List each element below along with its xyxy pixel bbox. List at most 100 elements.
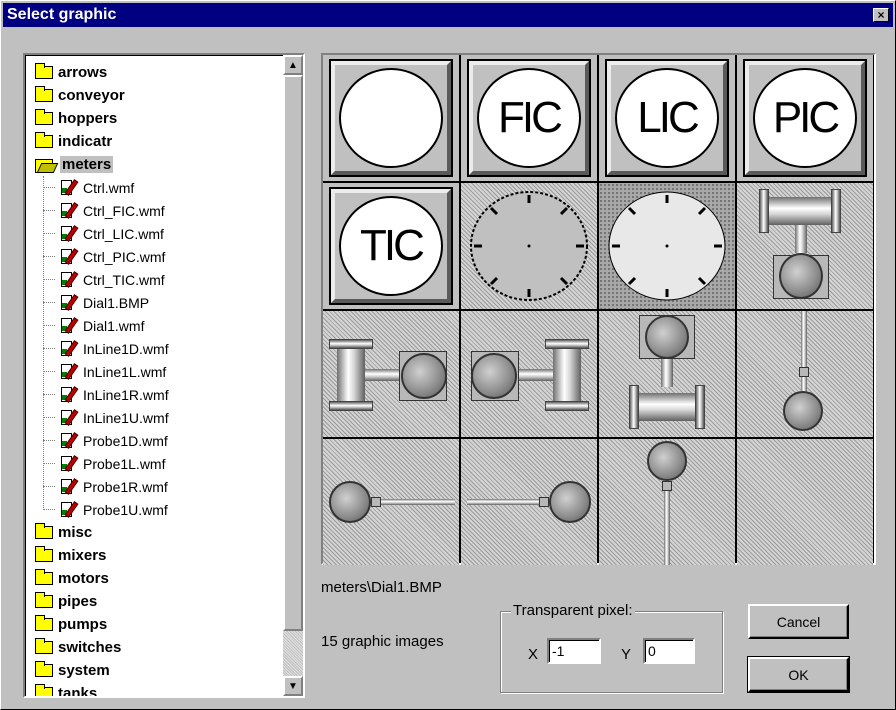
folder-tree[interactable]: arrows conveyor hoppers indicatr meters Ctrl.… xyxy=(23,53,305,698)
folder-icon xyxy=(35,86,53,102)
tree-folder[interactable]: arrows xyxy=(35,61,107,84)
graphic-cell-probe-u[interactable] xyxy=(599,439,735,565)
tree-folder-label: system xyxy=(58,662,110,679)
graphic-cell-ctrl-lic[interactable]: LIC xyxy=(599,55,735,181)
tree-file[interactable]: Ctrl_FIC.wmf xyxy=(59,199,165,222)
tree-file[interactable]: InLine1L.wmf xyxy=(59,360,166,383)
transmitter-head xyxy=(783,391,823,431)
graphic-cell-inline-l[interactable] xyxy=(323,311,459,437)
tree-file[interactable]: Ctrl.wmf xyxy=(59,176,134,199)
tree-folder-label: misc xyxy=(58,524,93,541)
tree-file[interactable]: Ctrl_LIC.wmf xyxy=(59,222,164,245)
probe-rod xyxy=(467,499,541,505)
controller-label: LIC xyxy=(615,68,719,168)
transparent-pixel-label: Transparent pixel: xyxy=(511,602,635,619)
transmitter-head xyxy=(645,315,689,359)
graphic-cell-ctrl-fic[interactable]: FIC xyxy=(461,55,597,181)
tree-file[interactable]: Dial1.wmf xyxy=(59,314,144,337)
y-field[interactable] xyxy=(643,638,695,664)
tree-file[interactable]: InLine1D.wmf xyxy=(59,337,169,360)
tree-file-label: InLine1D.wmf xyxy=(83,340,169,357)
tree-connector xyxy=(43,348,55,349)
tree-folder-label: pipes xyxy=(58,593,98,610)
tree-connector xyxy=(43,233,55,234)
graphic-cell-ctrl-tic[interactable]: TIC xyxy=(323,183,459,309)
wmf-file-icon xyxy=(59,431,79,450)
tree-scrollbar[interactable]: ▲ ▼ xyxy=(283,55,303,696)
tree-file[interactable]: Probe1U.wmf xyxy=(59,498,168,521)
controller-graphic: LIC xyxy=(607,61,727,175)
tree-file-label: Probe1U.wmf xyxy=(83,501,168,518)
tree-folder-label: meters xyxy=(60,156,114,173)
tree-file[interactable]: Dial1.BMP xyxy=(59,291,149,314)
pipe-flange xyxy=(831,189,841,233)
wmf-file-icon xyxy=(59,339,79,358)
scroll-thumb[interactable] xyxy=(283,75,303,631)
tree-folder[interactable]: indicatr xyxy=(35,130,112,153)
tree-connector xyxy=(43,371,55,372)
close-icon[interactable]: × xyxy=(873,8,889,22)
scroll-down-button[interactable]: ▼ xyxy=(283,676,303,696)
tree-file-label: Ctrl_PIC.wmf xyxy=(83,248,166,265)
y-label: Y xyxy=(621,646,632,663)
x-field[interactable] xyxy=(547,638,601,664)
graphic-cell-ctrl-pic[interactable]: PIC xyxy=(737,55,873,181)
tree-connector xyxy=(43,302,55,303)
graphic-cell-dial-bmp[interactable] xyxy=(461,183,597,309)
transmitter-head xyxy=(471,353,517,399)
tree-folder[interactable]: system xyxy=(35,659,110,682)
cancel-button[interactable]: Cancel xyxy=(748,604,849,639)
tree-file[interactable]: InLine1U.wmf xyxy=(59,406,169,429)
graphic-cell-probe-d[interactable] xyxy=(737,311,873,437)
pipe-flange xyxy=(329,401,373,411)
controller-label: FIC xyxy=(477,68,581,168)
wmf-file-icon xyxy=(59,362,79,381)
graphic-grid: FIC LIC PIC TIC xyxy=(321,53,876,565)
ok-button[interactable]: OK xyxy=(747,656,850,693)
transmitter-head xyxy=(779,253,823,299)
tree-file[interactable]: InLine1R.wmf xyxy=(59,383,169,406)
tree-folder[interactable]: pumps xyxy=(35,613,107,636)
tree-folder[interactable]: meters xyxy=(35,153,114,176)
tree-connector xyxy=(43,440,55,441)
tree-folder[interactable]: misc xyxy=(35,521,92,544)
graphic-cell-inline-d[interactable] xyxy=(737,183,873,309)
tree-folder-label: switches xyxy=(58,639,122,656)
tree-folder[interactable]: pipes xyxy=(35,590,97,613)
tree-file[interactable]: Probe1D.wmf xyxy=(59,429,168,452)
pipe-body xyxy=(553,349,581,401)
scroll-up-button[interactable]: ▲ xyxy=(283,55,303,75)
tree-file-label: Ctrl_TIC.wmf xyxy=(83,271,165,288)
pipe-body xyxy=(639,393,695,421)
pipe-stem xyxy=(795,225,807,253)
graphic-cell-inline-r[interactable] xyxy=(461,311,597,437)
tree-folder[interactable]: conveyor xyxy=(35,84,125,107)
title-bar: Select graphic × xyxy=(3,3,893,27)
folder-icon xyxy=(35,592,53,608)
pipe-flange xyxy=(695,385,705,429)
graphic-cell-dial-wmf[interactable] xyxy=(599,183,735,309)
tree-folder[interactable]: hoppers xyxy=(35,107,117,130)
tree-connector xyxy=(43,210,55,211)
tree-folder[interactable]: switches xyxy=(35,636,121,659)
controller-graphic: FIC xyxy=(469,61,589,175)
probe-rod xyxy=(381,499,455,505)
tree-folder[interactable]: tanks xyxy=(35,682,97,696)
tree-connector xyxy=(43,325,55,326)
graphic-cell-probe-l[interactable] xyxy=(323,439,459,565)
graphic-cell-probe-r[interactable] xyxy=(461,439,597,565)
tree-folder[interactable]: mixers xyxy=(35,544,106,567)
tree-file-label: Probe1R.wmf xyxy=(83,478,168,495)
graphic-cell-ctrl[interactable] xyxy=(323,55,459,181)
tree-file-label: Ctrl_LIC.wmf xyxy=(83,225,164,242)
wmf-file-icon xyxy=(59,454,79,473)
tree-file[interactable]: Ctrl_PIC.wmf xyxy=(59,245,165,268)
tree-folder[interactable]: motors xyxy=(35,567,109,590)
pipe-body xyxy=(769,197,831,225)
tree-connector xyxy=(43,176,44,510)
graphic-cell-inline-u[interactable] xyxy=(599,311,735,437)
tree-file[interactable]: Ctrl_TIC.wmf xyxy=(59,268,165,291)
tree-file[interactable]: Probe1R.wmf xyxy=(59,475,168,498)
tree-file[interactable]: Probe1L.wmf xyxy=(59,452,165,475)
wmf-file-icon xyxy=(59,293,79,312)
